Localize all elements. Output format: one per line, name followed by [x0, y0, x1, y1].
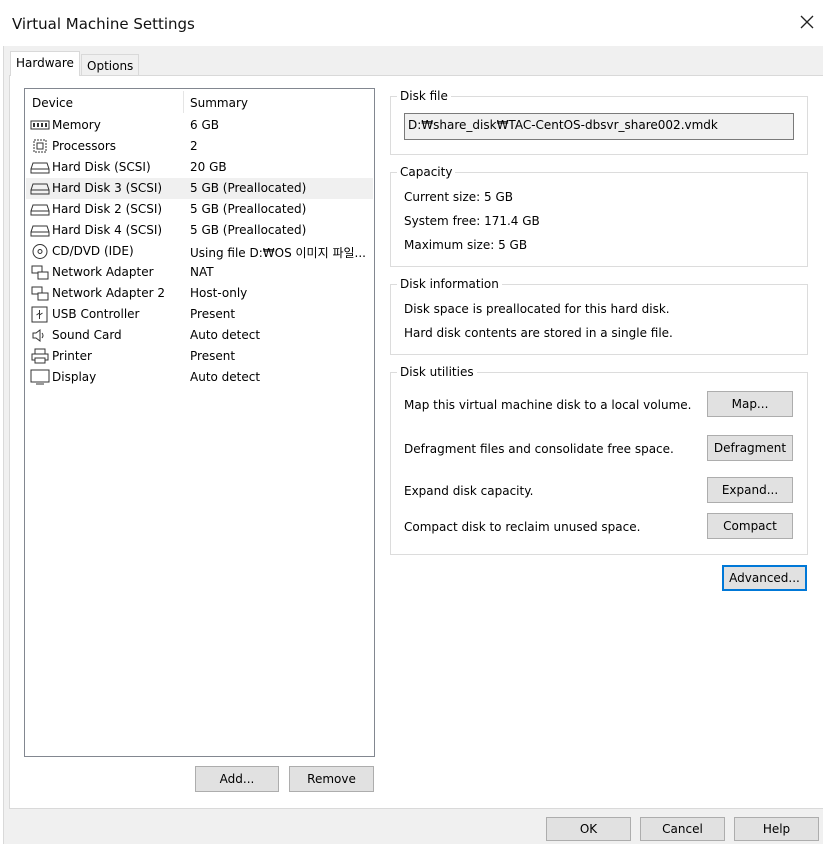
- device-name: Hard Disk 4 (SCSI): [52, 223, 163, 237]
- add-device-button[interactable]: Add...: [195, 766, 279, 792]
- device-summary: 5 GB (Preallocated): [190, 223, 307, 237]
- usb-icon: [31, 306, 48, 323]
- device-name: Hard Disk 3 (SCSI): [52, 181, 163, 195]
- tab-hardware[interactable]: Hardware: [10, 51, 80, 76]
- remove-device-button[interactable]: Remove: [289, 766, 374, 792]
- device-row-hard-disk-2[interactable]: Hard Disk 2 (SCSI) 5 GB (Preallocated): [26, 199, 373, 220]
- system-free-text: System free: 171.4 GB: [404, 214, 540, 228]
- device-summary: 5 GB (Preallocated): [190, 181, 307, 195]
- column-header-device[interactable]: Device: [32, 96, 73, 110]
- device-name: Hard Disk 2 (SCSI): [52, 202, 163, 216]
- defragment-description: Defragment files and consolidate free sp…: [404, 442, 674, 456]
- maximum-size-text: Maximum size: 5 GB: [404, 238, 528, 252]
- hard-disk-icon: [30, 204, 50, 216]
- left-edge: [0, 46, 4, 844]
- current-size-text: Current size: 5 GB: [404, 190, 513, 204]
- device-row-network-adapter[interactable]: Network Adapter NAT: [26, 262, 373, 283]
- device-row-cd-dvd[interactable]: CD/DVD (IDE) Using file D:₩OS 이미지 파일...: [26, 241, 373, 262]
- hard-disk-icon: [30, 183, 50, 195]
- printer-icon: [31, 348, 49, 364]
- group-label: Capacity: [397, 165, 456, 179]
- defragment-button[interactable]: Defragment: [707, 435, 793, 461]
- title-bar: Virtual Machine Settings: [0, 0, 823, 46]
- device-summary: Using file D:₩OS 이미지 파일...: [190, 246, 366, 260]
- device-row-usb-controller[interactable]: USB Controller Present: [26, 304, 373, 325]
- memory-icon: [30, 120, 50, 130]
- group-label: Disk file: [397, 89, 451, 103]
- device-name: Network Adapter: [52, 265, 154, 279]
- disk-info-line: Disk space is preallocated for this hard…: [404, 302, 670, 316]
- device-summary: 5 GB (Preallocated): [190, 202, 307, 216]
- device-row-memory[interactable]: Memory 6 GB: [26, 115, 373, 136]
- cd-dvd-icon: [32, 244, 48, 259]
- disk-file-path-field[interactable]: D:₩share_disk₩TAC-CentOS-dbsvr_share002.…: [404, 113, 794, 140]
- device-summary: Present: [190, 349, 236, 363]
- compact-button[interactable]: Compact: [707, 513, 793, 539]
- hard-disk-icon: [30, 225, 50, 237]
- device-name: Processors: [52, 139, 117, 153]
- expand-description: Expand disk capacity.: [404, 484, 534, 498]
- expand-button[interactable]: Expand...: [707, 477, 793, 503]
- device-name: Memory: [52, 118, 101, 132]
- device-row-hard-disk[interactable]: Hard Disk (SCSI) 20 GB: [26, 157, 373, 178]
- device-summary: 20 GB: [190, 160, 227, 174]
- device-name: Hard Disk (SCSI): [52, 160, 151, 174]
- tab-options[interactable]: Options: [81, 54, 140, 76]
- device-name: Printer: [52, 349, 92, 363]
- device-row-processors[interactable]: Processors 2: [26, 136, 373, 157]
- group-label: Disk utilities: [397, 365, 477, 379]
- capacity-group: Capacity Current size: 5 GB System free:…: [390, 165, 808, 267]
- disk-info-line: Hard disk contents are stored in a singl…: [404, 326, 673, 340]
- device-row-hard-disk-4[interactable]: Hard Disk 4 (SCSI) 5 GB (Preallocated): [26, 220, 373, 241]
- speaker-icon: [32, 329, 44, 342]
- help-button[interactable]: Help: [734, 817, 819, 841]
- group-label: Disk information: [397, 277, 502, 291]
- window-title: Virtual Machine Settings: [12, 15, 195, 33]
- cancel-button[interactable]: Cancel: [640, 817, 725, 841]
- device-list[interactable]: Device Summary Memory 6 GB Processors 2 …: [24, 88, 375, 757]
- device-name: CD/DVD (IDE): [52, 244, 134, 258]
- device-name: USB Controller: [52, 307, 140, 321]
- hard-disk-icon: [30, 162, 50, 174]
- device-summary: 2: [190, 139, 198, 153]
- device-name: Network Adapter 2: [52, 286, 165, 300]
- network-adapter-icon: [31, 265, 49, 280]
- disk-file-group: Disk file D:₩share_disk₩TAC-CentOS-dbsvr…: [390, 89, 808, 155]
- processor-icon: [33, 139, 47, 153]
- advanced-button[interactable]: Advanced...: [722, 565, 807, 591]
- column-separator[interactable]: [183, 91, 184, 113]
- device-name: Display: [52, 370, 97, 384]
- device-row-network-adapter-2[interactable]: Network Adapter 2 Host-only: [26, 283, 373, 304]
- close-icon[interactable]: [799, 14, 815, 30]
- device-summary: Present: [190, 307, 236, 321]
- device-summary: Auto detect: [190, 370, 261, 384]
- compact-description: Compact disk to reclaim unused space.: [404, 520, 641, 534]
- device-name: Sound Card: [52, 328, 122, 342]
- disk-information-group: Disk information Disk space is prealloca…: [390, 277, 808, 355]
- device-summary: Auto detect: [190, 328, 261, 342]
- device-row-printer[interactable]: Printer Present: [26, 346, 373, 367]
- device-row-sound-card[interactable]: Sound Card Auto detect: [26, 325, 373, 346]
- device-summary: NAT: [190, 265, 214, 279]
- map-button[interactable]: Map...: [707, 391, 793, 417]
- device-summary: Host-only: [190, 286, 248, 300]
- network-adapter-icon: [31, 286, 49, 301]
- display-icon: [30, 369, 50, 385]
- device-row-hard-disk-3[interactable]: Hard Disk 3 (SCSI) 5 GB (Preallocated): [26, 178, 373, 199]
- ok-button[interactable]: OK: [546, 817, 631, 841]
- column-header-summary[interactable]: Summary: [190, 96, 248, 110]
- device-row-display[interactable]: Display Auto detect: [26, 367, 373, 388]
- device-summary: 6 GB: [190, 118, 219, 132]
- map-description: Map this virtual machine disk to a local…: [404, 398, 692, 412]
